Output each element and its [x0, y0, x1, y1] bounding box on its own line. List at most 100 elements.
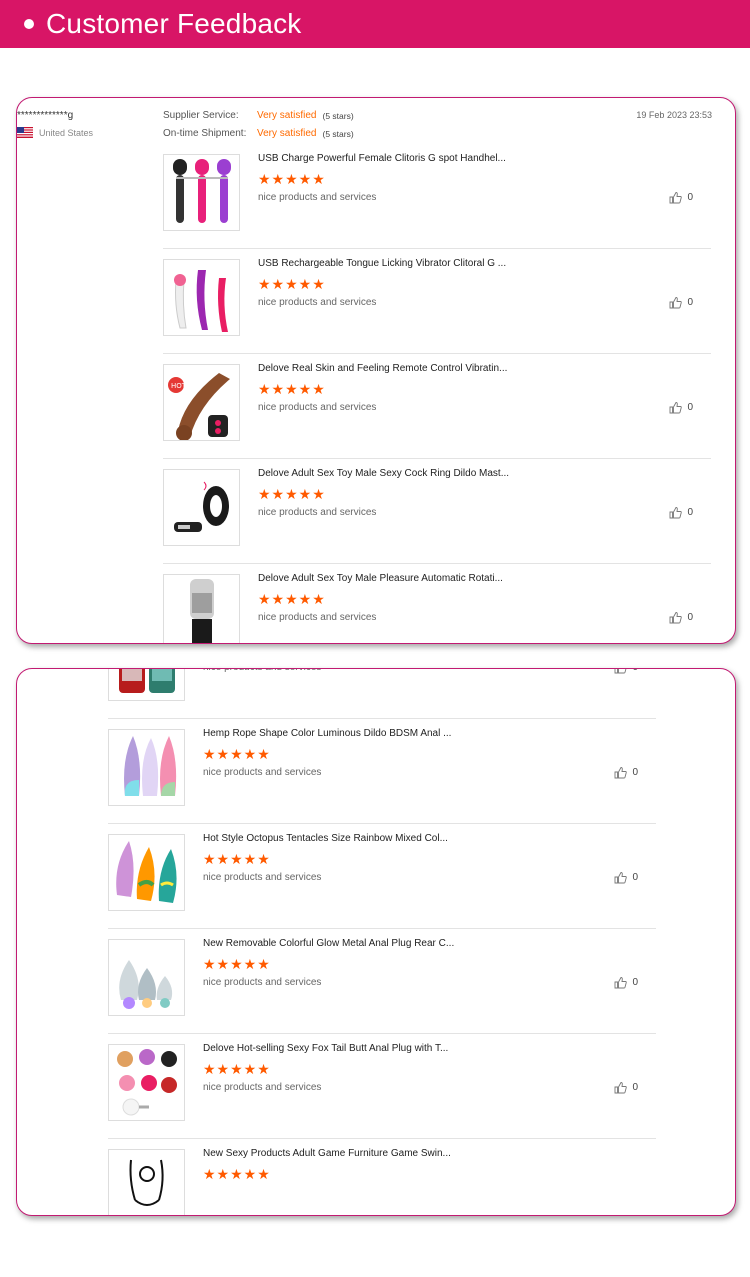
product-title[interactable]: New Removable Colorful Glow Metal Anal P… [203, 938, 454, 949]
like-count: 0 [632, 669, 638, 673]
like-button[interactable]: 0 [669, 191, 693, 204]
review-text: nice products and services [203, 767, 322, 778]
review-product-item: New Removable Colorful Glow Metal Anal P… [108, 929, 656, 1034]
rating-stars: ★★★★★ [258, 276, 326, 292]
review-text: nice products and services [258, 612, 377, 623]
product-title[interactable]: Hot Style Octopus Tentacles Size Rainbow… [203, 833, 448, 844]
product-thumbnail[interactable] [108, 1149, 185, 1215]
like-button[interactable]: 0 [669, 506, 693, 519]
shipment-row: On-time Shipment: Very satisfied (5 star… [163, 128, 354, 139]
rating-stars: ★★★★★ [258, 381, 326, 397]
product-title[interactable]: New Sexy Products Adult Game Furniture G… [203, 1148, 451, 1159]
fox-tail-plugs-image [109, 1045, 184, 1120]
black-ring-toy-image [164, 470, 239, 545]
rating-stars: ★★★★★ [203, 1166, 271, 1182]
thumbs-up-icon[interactable] [614, 668, 627, 674]
product-thumbnail[interactable]: HOT [163, 364, 240, 441]
review-card-continued: ★★★★★ nice products and services 0 Hemp Rop… [16, 668, 736, 1216]
product-title[interactable]: Hemp Rope Shape Color Luminous Dildo BDS… [203, 728, 451, 739]
thumbs-up-icon[interactable] [614, 871, 628, 884]
swing-sketch-image [109, 1150, 184, 1215]
us-flag-icon [17, 127, 33, 138]
wand-massagers-image [164, 155, 239, 230]
like-button[interactable]: 0 [614, 766, 638, 779]
product-thumbnail[interactable] [108, 939, 185, 1016]
review-text: nice products and services [203, 669, 321, 673]
tongue-vibrators-image [164, 260, 239, 335]
like-button[interactable]: 0 [614, 668, 638, 674]
thumbs-up-icon[interactable] [669, 296, 683, 309]
product-thumbnail[interactable] [108, 834, 185, 911]
like-button[interactable]: 0 [669, 401, 693, 414]
review-text: nice products and services [203, 1082, 322, 1093]
thumbs-up-icon[interactable] [669, 611, 683, 624]
like-count: 0 [687, 402, 693, 413]
review-product-item: Delove Hot-selling Sexy Fox Tail Butt An… [108, 1034, 656, 1139]
rating-stars: ★★★★★ [258, 591, 326, 607]
product-title[interactable]: Delove Adult Sex Toy Male Pleasure Autom… [258, 573, 503, 584]
thumbs-up-icon[interactable] [614, 766, 628, 779]
thumbs-up-icon[interactable] [669, 401, 683, 414]
product-thumbnail[interactable] [108, 729, 185, 806]
luminous-toys-image [109, 730, 184, 805]
product-title[interactable]: Delove Adult Sex Toy Male Sexy Cock Ring… [258, 468, 509, 479]
review-text: nice products and services [258, 192, 377, 203]
rating-stars: ★★★★★ [203, 851, 271, 867]
review-text: nice products and services [258, 402, 377, 413]
review-product-item: HOT Delove Real Skin and Feeling Remote C… [163, 354, 711, 459]
shipment-value: Very satisfied [257, 128, 317, 139]
like-count: 0 [632, 767, 638, 778]
like-button[interactable]: 0 [669, 296, 693, 309]
review-text: nice products and services [203, 872, 322, 883]
page-title: Customer Feedback [46, 8, 302, 39]
country-label: United States [39, 127, 94, 138]
tentacle-toys-image [109, 835, 184, 910]
thumbs-up-icon[interactable] [614, 1081, 628, 1094]
thumbs-up-icon[interactable] [669, 191, 683, 204]
rating-stars: ★★★★★ [258, 171, 326, 187]
review-product-item: USB Charge Powerful Female Clitoris G sp… [163, 144, 711, 249]
like-button[interactable]: 0 [669, 611, 693, 624]
shipment-label: On-time Shipment: [163, 128, 247, 139]
like-count: 0 [632, 977, 638, 988]
like-count: 0 [687, 192, 693, 203]
supplier-service-value: Very satisfied [257, 110, 317, 121]
review-product-item: Hot Style Octopus Tentacles Size Rainbow… [108, 824, 656, 929]
review-product-item: Delove Adult Sex Toy Male Sexy Cock Ring… [163, 459, 711, 564]
review-date: 19 Feb 2023 23:53 [636, 110, 712, 120]
review-product-item: Delove Adult Sex Toy Male Pleasure Autom… [163, 564, 711, 643]
like-count: 0 [632, 1082, 638, 1093]
metal-plugs-image [109, 940, 184, 1015]
reviewer-country: United States [17, 127, 93, 138]
thumbs-up-icon[interactable] [669, 506, 683, 519]
like-button[interactable]: 0 [614, 976, 638, 989]
review-text: nice products and services [203, 977, 322, 988]
bullet-icon [24, 19, 34, 29]
product-thumbnail[interactable] [108, 1044, 185, 1121]
product-thumbnail[interactable] [163, 259, 240, 336]
like-button[interactable]: 0 [614, 1081, 638, 1094]
rating-stars: ★★★★★ [203, 1061, 271, 1077]
supplier-service-row: Supplier Service: Very satisfied (5 star… [163, 110, 354, 121]
review-card: *************g United States Supplier Se… [16, 97, 736, 644]
product-title[interactable]: USB Rechargeable Tongue Licking Vibrator… [258, 258, 506, 269]
product-title[interactable]: Delove Real Skin and Feeling Remote Cont… [258, 363, 507, 374]
svg-text:HOT: HOT [171, 382, 187, 390]
review-text: nice products and services [258, 507, 377, 518]
product-thumbnail[interactable] [108, 669, 185, 701]
review-product-item: USB Rechargeable Tongue Licking Vibrator… [163, 249, 711, 354]
pump-cylinders-image [109, 669, 184, 700]
thumbs-up-icon[interactable] [614, 976, 628, 989]
product-thumbnail[interactable] [163, 574, 240, 643]
supplier-service-label: Supplier Service: [163, 110, 239, 121]
product-title[interactable]: Delove Hot-selling Sexy Fox Tail Butt An… [203, 1043, 448, 1054]
review-product-item: New Sexy Products Adult Game Furniture G… [108, 1139, 656, 1215]
like-button[interactable]: 0 [614, 871, 638, 884]
review-product-item: ★★★★★nice products and services0 [108, 668, 656, 719]
automatic-cup-image [164, 575, 239, 643]
product-thumbnail[interactable] [163, 469, 240, 546]
product-thumbnail[interactable] [163, 154, 240, 231]
supplier-service-stars: (5 stars) [322, 110, 354, 121]
like-count: 0 [687, 507, 693, 518]
product-title[interactable]: USB Charge Powerful Female Clitoris G sp… [258, 153, 506, 164]
